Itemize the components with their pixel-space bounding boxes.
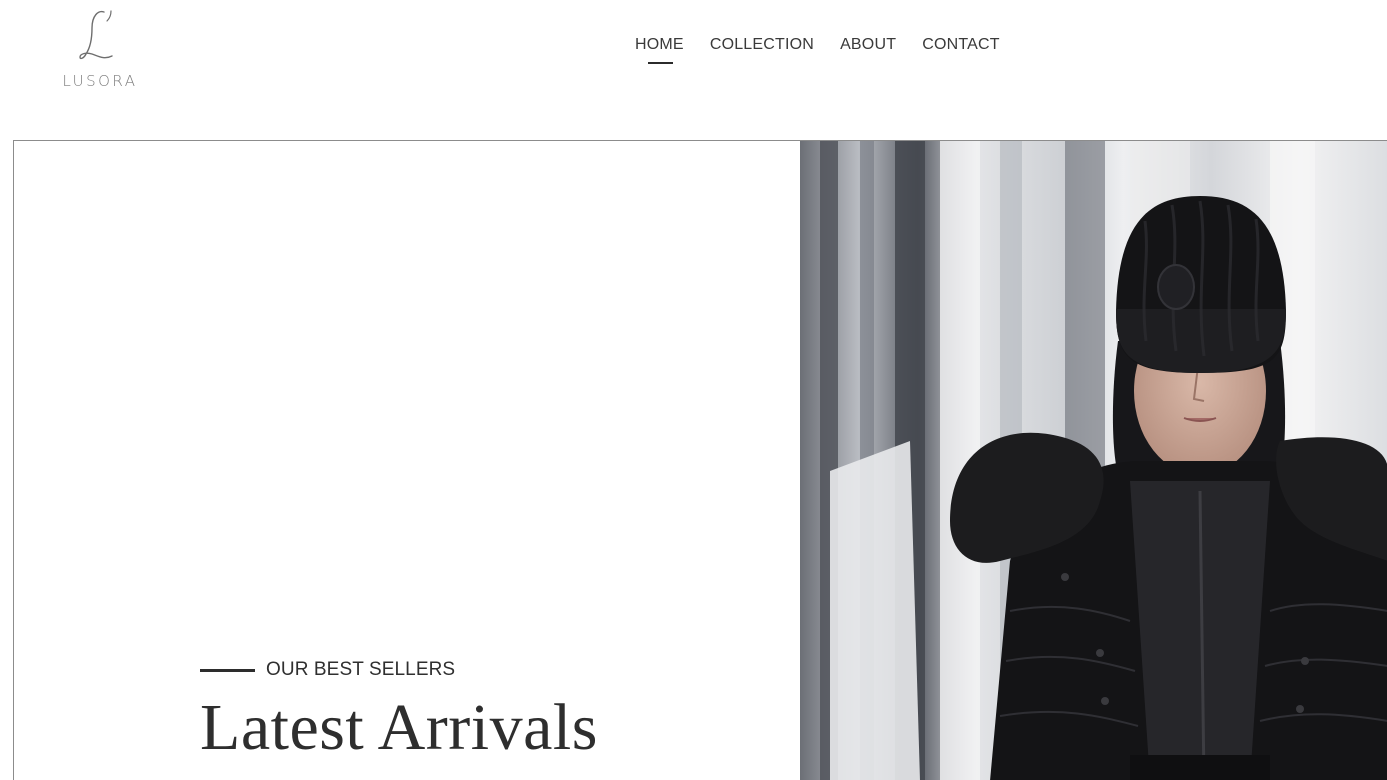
- nav-contact[interactable]: CONTACT: [922, 34, 1000, 56]
- hero-image: [800, 141, 1387, 780]
- brand-name: LUSORA: [62, 72, 138, 90]
- nav-about[interactable]: ABOUT: [840, 34, 896, 56]
- hero-section: OUR BEST SELLERS Latest Arrivals: [13, 140, 1387, 780]
- nav-collection[interactable]: COLLECTION: [710, 34, 814, 56]
- hero-copy: OUR BEST SELLERS Latest Arrivals: [200, 659, 598, 761]
- page: LUSORA HOME COLLECTION ABOUT CONTACT OUR…: [0, 0, 1387, 780]
- hero-eyebrow: OUR BEST SELLERS: [200, 659, 598, 681]
- brand-monogram-icon: [79, 10, 113, 60]
- brand-logo[interactable]: LUSORA: [52, 6, 148, 96]
- nav-home[interactable]: HOME: [635, 34, 684, 64]
- hero-photo-illustration: [800, 141, 1387, 780]
- eyebrow-divider: [200, 668, 255, 672]
- eyebrow-label: OUR BEST SELLERS: [266, 659, 456, 680]
- main-nav: HOME COLLECTION ABOUT CONTACT: [635, 34, 1026, 64]
- hero-title: Latest Arrivals: [200, 691, 598, 764]
